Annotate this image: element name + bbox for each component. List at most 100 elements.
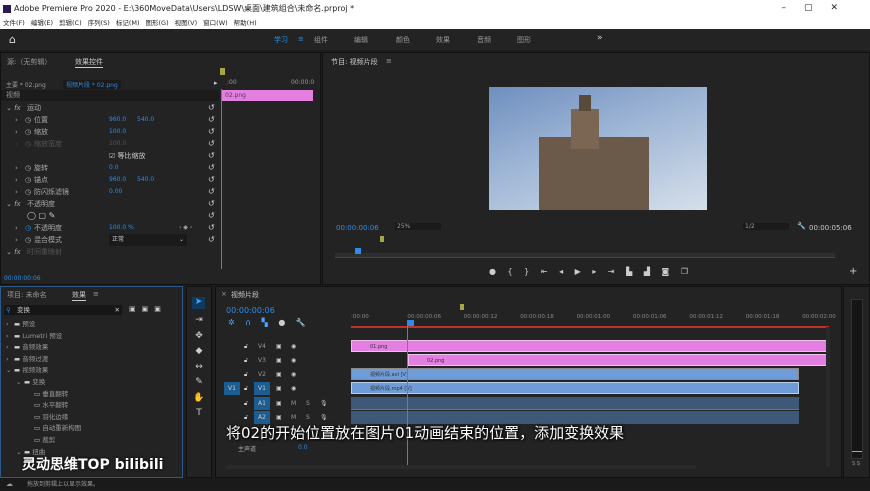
eye-icon[interactable]: ◉ bbox=[291, 354, 296, 367]
program-timecode[interactable]: 00:00:00:06 bbox=[336, 224, 379, 232]
reset-icon[interactable]: ↺ bbox=[208, 138, 215, 150]
menu-view[interactable]: 视图(V) bbox=[175, 19, 198, 27]
menu-marker[interactable]: 标记(M) bbox=[116, 19, 140, 27]
effects-tree-item[interactable]: ▭ 羽化边缘 bbox=[26, 411, 68, 421]
blend-mode-select[interactable]: 正常 ⌄ bbox=[109, 234, 187, 246]
compare-icon[interactable]: ❐ bbox=[681, 267, 688, 276]
mark-out-icon[interactable]: } bbox=[524, 267, 529, 276]
sync-lock-icon[interactable]: ▣ bbox=[276, 354, 282, 367]
lock-icon[interactable]: 🔓︎ bbox=[244, 382, 248, 395]
eye-icon[interactable]: ◉ bbox=[291, 368, 296, 381]
lock-icon[interactable]: 🔓︎ bbox=[244, 368, 248, 381]
sync-lock-icon[interactable]: ▣ bbox=[276, 382, 282, 395]
program-playhead[interactable] bbox=[355, 248, 361, 254]
program-scrubber[interactable] bbox=[335, 253, 835, 258]
camera-icon[interactable]: ◙ bbox=[662, 267, 670, 276]
solo-buttons[interactable]: S S bbox=[852, 461, 860, 467]
effects-tree-item[interactable]: › ▬ 音频效果 bbox=[6, 341, 48, 351]
selection-tool-icon[interactable]: ➤ bbox=[192, 297, 205, 309]
stopwatch-icon[interactable]: ◷ bbox=[25, 222, 31, 234]
eye-icon[interactable]: ◉ bbox=[291, 382, 296, 395]
timeline-vertical-scrollbar[interactable] bbox=[826, 327, 830, 467]
reset-icon[interactable]: ↺ bbox=[208, 234, 215, 246]
mute-button[interactable]: M bbox=[291, 397, 296, 410]
effects-search-input[interactable]: ⚲ 变换 ✕ bbox=[4, 305, 122, 315]
workspace-color[interactable]: 颜色 bbox=[396, 35, 410, 45]
menu-help[interactable]: 帮助(H) bbox=[234, 19, 257, 27]
transport-controls[interactable]: ● { } ⇤ ◂ ▶ ▸ ⇥ ▙ ▟ ◙ ❐ bbox=[489, 267, 688, 276]
timeline-tab[interactable]: 视频片段 bbox=[231, 290, 259, 300]
timeline-marker[interactable] bbox=[460, 304, 464, 310]
slip-tool-icon[interactable]: ↔ bbox=[193, 360, 205, 376]
clip-video-avi[interactable]: 视频片段.avi [V] bbox=[351, 368, 799, 380]
property-value[interactable]: 100.0 % bbox=[109, 222, 134, 234]
playback-resolution-select[interactable]: 1/2 bbox=[743, 223, 789, 230]
tab-source[interactable]: 源:（无剪辑） bbox=[7, 57, 51, 67]
stopwatch-icon[interactable]: ◷ bbox=[25, 126, 31, 138]
playhead-marker[interactable] bbox=[220, 68, 225, 75]
lock-icon[interactable]: 🔓︎ bbox=[244, 340, 248, 353]
menu-graphics[interactable]: 图形(G) bbox=[146, 19, 169, 27]
source-patch[interactable]: V1 bbox=[224, 382, 240, 395]
menu-icon[interactable]: ≡ bbox=[93, 290, 99, 298]
property-value[interactable]: 100.0 bbox=[109, 138, 126, 150]
clip-video-mp4[interactable]: 视频片段.mp4 [V] bbox=[351, 382, 799, 394]
track-target[interactable]: V2 bbox=[254, 368, 270, 381]
property-value[interactable]: 960.0 bbox=[109, 114, 126, 126]
filter-icons[interactable]: ▣▣▣ bbox=[129, 305, 167, 313]
effects-tree-item[interactable]: ⌄ ▬ 变换 bbox=[16, 376, 45, 386]
in-marker[interactable] bbox=[380, 236, 384, 242]
linked-selection-icon[interactable]: ▚ bbox=[262, 318, 268, 327]
timeline-settings-icon[interactable]: 🔧 bbox=[296, 318, 306, 327]
reset-icon[interactable]: ↺ bbox=[208, 150, 215, 162]
workspace-effects[interactable]: 效果 bbox=[436, 35, 450, 45]
reset-icon[interactable]: ↺ bbox=[208, 186, 215, 198]
reset-icon[interactable]: ↺ bbox=[208, 162, 215, 174]
timeline-horizontal-scrollbar[interactable] bbox=[226, 465, 696, 469]
menu-icon[interactable]: ≡ bbox=[386, 57, 392, 65]
zoom-level-select[interactable]: 25% bbox=[395, 223, 441, 230]
hand-tool-icon[interactable]: ✋ bbox=[193, 391, 205, 407]
tab-effect-controls[interactable]: 效果控件 bbox=[75, 57, 103, 68]
workspace-graphics[interactable]: 图形 bbox=[517, 35, 531, 45]
effects-tree-item[interactable]: › ▬ 预设 bbox=[6, 318, 35, 328]
effects-tree-item[interactable]: ▭ 水平翻转 bbox=[26, 399, 68, 409]
clip-02-png[interactable]: 02.png bbox=[408, 354, 829, 366]
work-area-bar[interactable] bbox=[351, 326, 829, 328]
property-value[interactable]: 0.0 bbox=[109, 162, 119, 174]
step-forward-icon[interactable]: ▸ bbox=[592, 267, 596, 276]
ec-timecode[interactable]: 00:00:00:06 bbox=[4, 275, 41, 282]
effects-tree-item[interactable]: ⌄ ▬ 视频效果 bbox=[6, 364, 48, 374]
workspace-learn[interactable]: 学习 bbox=[274, 35, 288, 45]
ec-clip-bar[interactable]: 02.png bbox=[222, 90, 313, 101]
menu-file[interactable]: 文件(F) bbox=[3, 19, 25, 27]
home-icon[interactable]: ⌂ bbox=[9, 33, 16, 46]
go-to-in-icon[interactable]: ⇤ bbox=[541, 267, 548, 276]
property-value-y[interactable]: 540.0 bbox=[137, 114, 154, 126]
effect-name[interactable]: 时间重映射 bbox=[27, 246, 62, 258]
effects-tree-item[interactable]: ▭ 自动重新构图 bbox=[26, 422, 81, 432]
menu-sequence[interactable]: 序列(S) bbox=[88, 19, 110, 27]
stopwatch-icon[interactable]: ◷ bbox=[25, 114, 31, 126]
reset-icon[interactable]: ↺ bbox=[208, 126, 215, 138]
property-value[interactable]: 0.00 bbox=[109, 186, 122, 198]
menu-icon[interactable]: ≡ bbox=[298, 35, 304, 43]
sync-lock-icon[interactable]: ▣ bbox=[276, 368, 282, 381]
track-target[interactable]: V1 bbox=[254, 382, 270, 395]
lift-icon[interactable]: ▙ bbox=[626, 267, 632, 276]
eye-icon[interactable]: ◉ bbox=[291, 340, 296, 353]
menu-window[interactable]: 窗口(W) bbox=[203, 19, 228, 27]
stopwatch-icon[interactable]: ◷ bbox=[25, 186, 31, 198]
effects-tree-item[interactable]: › ▬ Lumetri 预设 bbox=[6, 330, 62, 340]
workspace-assembly[interactable]: 组件 bbox=[314, 35, 328, 45]
mask-tools-icons[interactable]: ◯ ▢ ✎ bbox=[27, 210, 55, 222]
pen-tool-icon[interactable]: ✎ bbox=[193, 375, 205, 391]
go-to-out-icon[interactable]: ⇥ bbox=[608, 267, 615, 276]
tab-effects[interactable]: 效果 bbox=[72, 290, 86, 301]
property-value[interactable]: 960.0 bbox=[109, 174, 126, 186]
clip-01-png[interactable]: 01.png bbox=[351, 340, 829, 352]
play-clip-icon[interactable]: ▸ bbox=[214, 79, 218, 87]
play-icon[interactable]: ▶ bbox=[575, 267, 581, 276]
microphone-icon[interactable]: 🎙︎ bbox=[320, 397, 328, 410]
sequence-clip-selector[interactable]: 视频片段 * 02.png bbox=[63, 80, 121, 89]
